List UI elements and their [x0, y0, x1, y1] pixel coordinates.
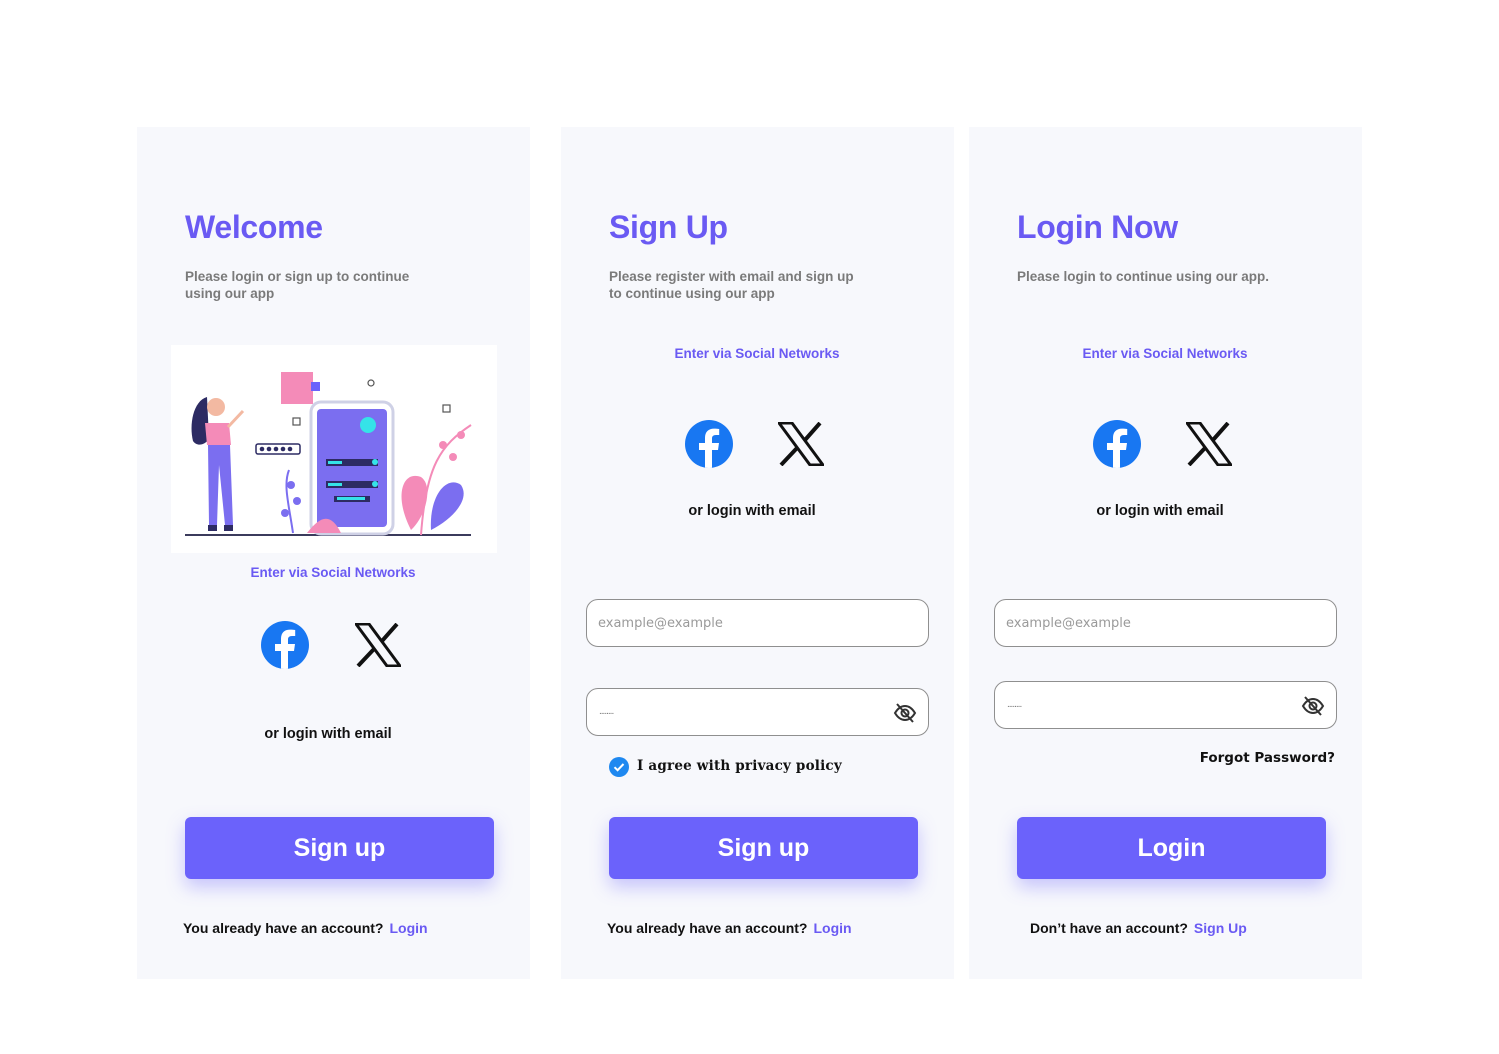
- password-field[interactable]: ........: [586, 688, 929, 736]
- social-networks-label: Enter via Social Networks: [674, 346, 840, 361]
- x-icon[interactable]: [776, 421, 826, 467]
- footer-text: You already have an account?: [183, 920, 384, 936]
- page-subtitle: Please register with email and sign up t…: [609, 269, 854, 301]
- email-field[interactable]: [994, 599, 1337, 647]
- or-login-with-email-text: or login with email: [688, 503, 816, 519]
- password-mask: ........: [1007, 699, 1022, 710]
- forgot-password-link[interactable]: Forgot Password?: [1200, 750, 1335, 766]
- eye-off-icon[interactable]: [1301, 694, 1325, 718]
- login-button[interactable]: Login: [1017, 817, 1326, 879]
- page-subtitle: Please login to continue using our app.: [1017, 269, 1270, 284]
- footer-text: Don’t have an account?: [1030, 920, 1188, 936]
- sign-up-button[interactable]: Sign up: [609, 817, 918, 879]
- footer: You already have an account? Login: [607, 920, 852, 936]
- social-networks-label: Enter via Social Networks: [250, 565, 416, 580]
- privacy-checkbox[interactable]: [609, 757, 629, 777]
- x-icon[interactable]: [1184, 421, 1234, 467]
- facebook-icon[interactable]: [1093, 420, 1141, 468]
- facebook-icon[interactable]: [261, 621, 309, 669]
- page-title: Login Now: [1017, 209, 1178, 245]
- footer: Don’t have an account? Sign Up: [1030, 920, 1247, 936]
- login-link[interactable]: Login: [813, 920, 851, 936]
- page-title: Sign Up: [609, 209, 728, 245]
- footer: You already have an account? Login: [183, 920, 428, 936]
- facebook-icon[interactable]: [685, 420, 733, 468]
- sign-up-link[interactable]: Sign Up: [1194, 920, 1247, 936]
- welcome-screen: Welcome Please login or sign up to conti…: [137, 127, 530, 979]
- x-icon[interactable]: [353, 622, 403, 668]
- page-subtitle: Please login or sign up to continue usin…: [185, 269, 410, 301]
- sign-up-button[interactable]: Sign up: [185, 817, 494, 879]
- email-input[interactable]: [598, 600, 878, 646]
- login-screen: Login Now Please login to continue using…: [969, 127, 1362, 979]
- page-title: Welcome: [185, 209, 323, 245]
- sign-up-screen: Sign Up Please register with email and s…: [561, 127, 954, 979]
- footer-text: You already have an account?: [607, 920, 808, 936]
- or-login-with-email-text: or login with email: [1096, 503, 1224, 519]
- login-link[interactable]: Login: [389, 920, 427, 936]
- or-login-with-email-text: or login with email: [264, 726, 392, 742]
- login-illustration: [171, 345, 497, 553]
- email-field[interactable]: [586, 599, 929, 647]
- password-field[interactable]: ........: [994, 681, 1337, 729]
- social-networks-label: Enter via Social Networks: [1082, 346, 1248, 361]
- password-mask: ........: [599, 706, 614, 717]
- email-input[interactable]: [1006, 600, 1286, 646]
- eye-off-icon[interactable]: [893, 701, 917, 725]
- privacy-label: I agree with privacy policy: [637, 758, 842, 774]
